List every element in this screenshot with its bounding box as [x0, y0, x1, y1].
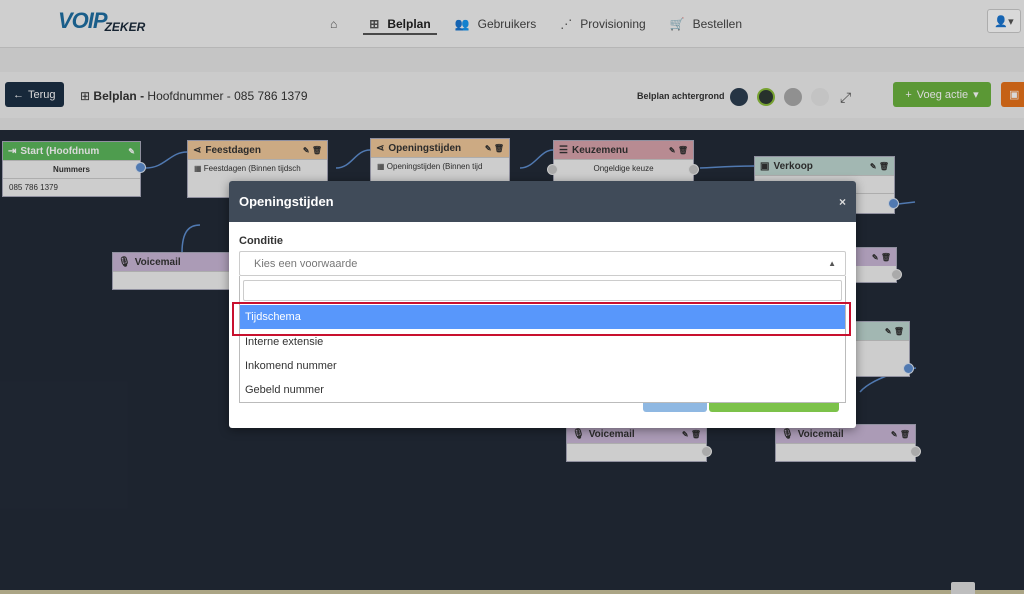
- close-icon[interactable]: ×: [839, 195, 846, 209]
- option-inkomend-nummer-label: Inkomend nummer: [245, 360, 337, 372]
- condition-dropdown: Tijdschema Interne extensie Inkomend num…: [239, 276, 846, 403]
- condition-select-placeholder: Kies een voorwaarde: [254, 257, 358, 270]
- option-interne-extensie-label: Interne extensie: [245, 336, 324, 348]
- modal-header: Openingstijden ×: [229, 181, 856, 222]
- condition-select[interactable]: Kies een voorwaarde ▲: [239, 251, 846, 276]
- option-gebeld-nummer-label: Gebeld nummer: [245, 384, 324, 396]
- modal-title: Openingstijden: [239, 194, 334, 209]
- condition-label: Conditie: [239, 235, 283, 247]
- highlight-annotation-frame: [232, 302, 851, 336]
- option-inkomend-nummer[interactable]: Inkomend nummer: [240, 354, 845, 378]
- option-gebeld-nummer[interactable]: Gebeld nummer: [240, 378, 845, 402]
- openingstijden-modal: Openingstijden × Conditie Kies een voorw…: [229, 181, 856, 428]
- dropdown-search-input[interactable]: [243, 280, 842, 301]
- caret-up-icon: ▲: [828, 259, 836, 268]
